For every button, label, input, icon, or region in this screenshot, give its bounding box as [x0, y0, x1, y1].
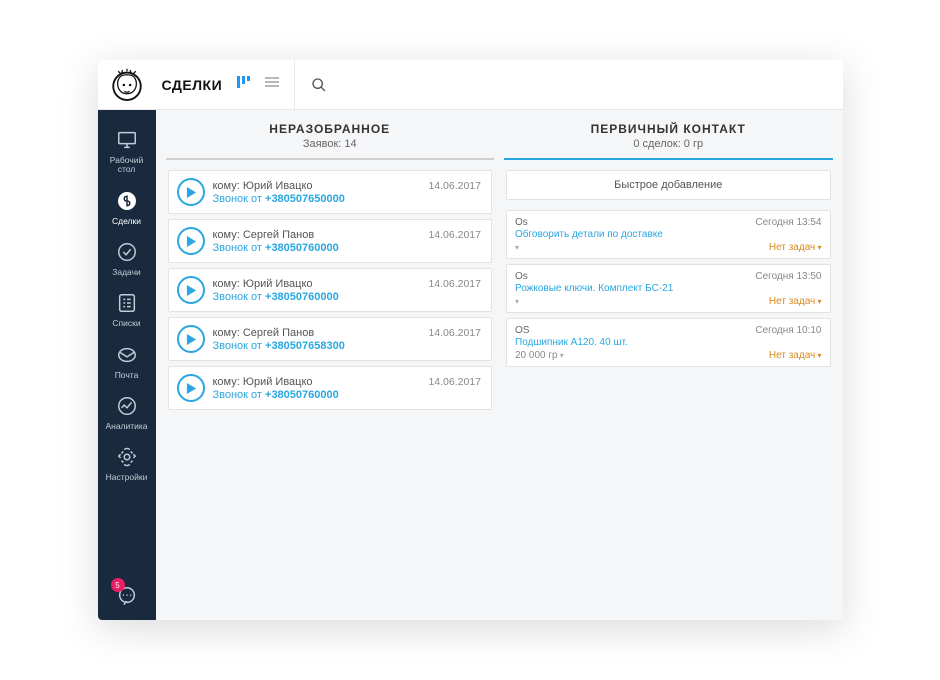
- call-title: Звонок от +38050760000: [213, 389, 482, 401]
- call-title: Звонок от +38050760000: [213, 242, 482, 254]
- deal-title: Обговорить детали по доставке: [515, 229, 822, 240]
- call-recipient: кому: Юрий Ивацко: [213, 180, 313, 192]
- body: Рабочий стол Сделки Задачи Списки Почта …: [98, 110, 843, 620]
- call-title: Звонок от +38050760000: [213, 291, 482, 303]
- deal-icon: [115, 189, 139, 213]
- settings-icon: [115, 445, 139, 469]
- main: НЕРАЗОБРАННОЕ Заявок: 14 кому: Юрий Ивац…: [156, 110, 843, 620]
- column-title: НЕРАЗОБРАННОЕ: [166, 122, 495, 136]
- mail-icon: [115, 343, 139, 367]
- analytics-icon: [115, 394, 139, 418]
- call-card[interactable]: кому: Юрий Ивацко 14.06.2017Звонок от +38…: [168, 268, 493, 312]
- call-date: 14.06.2017: [422, 278, 481, 290]
- list-view-icon[interactable]: [264, 74, 280, 95]
- sidebar-item-label: Сделки: [112, 217, 141, 226]
- call-card[interactable]: кому: Сергей Панов 14.06.2017Звонок от +3…: [168, 317, 493, 361]
- call-title: Звонок от +380507658300: [213, 340, 482, 352]
- brand-logo: [98, 60, 156, 110]
- app-window: СДЕЛКИ Рабочий стол Сделки: [98, 60, 843, 620]
- call-recipient: кому: Юрий Ивацко: [213, 278, 313, 290]
- notification-badge: 5: [111, 578, 125, 592]
- deal-card[interactable]: Os Сегодня 13:54Обговорить детали по дост…: [506, 210, 831, 259]
- sidebar-notifications[interactable]: 5: [115, 572, 139, 620]
- deal-title: Подшипник А120. 40 шт.: [515, 337, 822, 348]
- sidebar: Рабочий стол Сделки Задачи Списки Почта …: [98, 110, 156, 620]
- deal-author: Os: [515, 217, 528, 228]
- call-card[interactable]: кому: Юрий Ивацко 14.06.2017Звонок от +38…: [168, 366, 493, 410]
- sidebar-item-analytics[interactable]: Аналитика: [98, 386, 156, 437]
- column-header: НЕРАЗОБРАННОЕ Заявок: 14: [166, 116, 495, 160]
- call-date: 14.06.2017: [422, 327, 481, 339]
- call-date: 14.06.2017: [422, 376, 481, 388]
- search-input[interactable]: [294, 60, 842, 109]
- call-recipient: кому: Юрий Ивацко: [213, 376, 313, 388]
- quick-add-button[interactable]: Быстрое добавление: [506, 170, 831, 200]
- call-date: 14.06.2017: [422, 180, 481, 192]
- column-subtitle: 0 сделок: 0 гр: [504, 138, 833, 150]
- pipeline-view-icon[interactable]: [236, 74, 252, 95]
- deal-subtitle: 20 000 гр: [515, 350, 564, 361]
- column-header: ПЕРВИЧНЫЙ КОНТАКТ 0 сделок: 0 гр: [504, 116, 833, 160]
- play-button[interactable]: [177, 178, 205, 206]
- check-icon: [115, 240, 139, 264]
- sidebar-item-lists[interactable]: Списки: [98, 283, 156, 334]
- call-card[interactable]: кому: Юрий Ивацко 14.06.2017Звонок от +38…: [168, 170, 493, 214]
- deal-author: OS: [515, 325, 529, 336]
- sidebar-item-dashboard[interactable]: Рабочий стол: [98, 120, 156, 181]
- column-title: ПЕРВИЧНЫЙ КОНТАКТ: [504, 122, 833, 136]
- view-toggle-group: [222, 74, 280, 95]
- sidebar-item-mail[interactable]: Почта: [98, 335, 156, 386]
- call-recipient: кому: Сергей Панов: [213, 327, 315, 339]
- column-subtitle: Заявок: 14: [166, 138, 495, 150]
- deal-time: Сегодня 13:50: [755, 271, 821, 282]
- list-icon: [115, 291, 139, 315]
- column-primary-contact: ПЕРВИЧНЫЙ КОНТАКТ 0 сделок: 0 гр Быстрое…: [504, 116, 833, 610]
- page-title: СДЕЛКИ: [156, 77, 223, 93]
- sidebar-item-tasks[interactable]: Задачи: [98, 232, 156, 283]
- sidebar-item-label: Почта: [115, 371, 139, 380]
- deal-card[interactable]: Os Сегодня 13:50Рожковые ключи. Комплект …: [506, 264, 831, 313]
- deal-subtitle: [515, 296, 519, 307]
- deal-time: Сегодня 10:10: [755, 325, 821, 336]
- sidebar-item-settings[interactable]: Настройки: [98, 437, 156, 488]
- deal-title: Рожковые ключи. Комплект БС-21: [515, 283, 822, 294]
- screen-icon: [115, 128, 139, 152]
- sidebar-item-label: Списки: [112, 319, 140, 328]
- call-date: 14.06.2017: [422, 229, 481, 241]
- deal-task-status: Нет задач: [769, 350, 822, 361]
- deal-task-status: Нет задач: [769, 296, 822, 307]
- play-button[interactable]: [177, 276, 205, 304]
- search-icon: [311, 77, 327, 93]
- deal-time: Сегодня 13:54: [755, 217, 821, 228]
- deal-subtitle: [515, 242, 519, 253]
- call-recipient: кому: Сергей Панов: [213, 229, 315, 241]
- column-unsorted: НЕРАЗОБРАННОЕ Заявок: 14 кому: Юрий Ивац…: [166, 116, 495, 610]
- play-button[interactable]: [177, 325, 205, 353]
- deal-task-status: Нет задач: [769, 242, 822, 253]
- sidebar-item-deals[interactable]: Сделки: [98, 181, 156, 232]
- sidebar-item-label: Задачи: [112, 268, 141, 277]
- call-title: Звонок от +380507650000: [213, 193, 482, 205]
- header: СДЕЛКИ: [98, 60, 843, 110]
- play-button[interactable]: [177, 227, 205, 255]
- sidebar-item-label: Аналитика: [105, 422, 147, 431]
- call-card[interactable]: кому: Сергей Панов 14.06.2017Звонок от +3…: [168, 219, 493, 263]
- play-button[interactable]: [177, 374, 205, 402]
- sidebar-item-label: Рабочий стол: [110, 156, 143, 175]
- deal-card[interactable]: OS Сегодня 10:10Подшипник А120. 40 шт. 20 …: [506, 318, 831, 367]
- deal-author: Os: [515, 271, 528, 282]
- sidebar-item-label: Настройки: [106, 473, 148, 482]
